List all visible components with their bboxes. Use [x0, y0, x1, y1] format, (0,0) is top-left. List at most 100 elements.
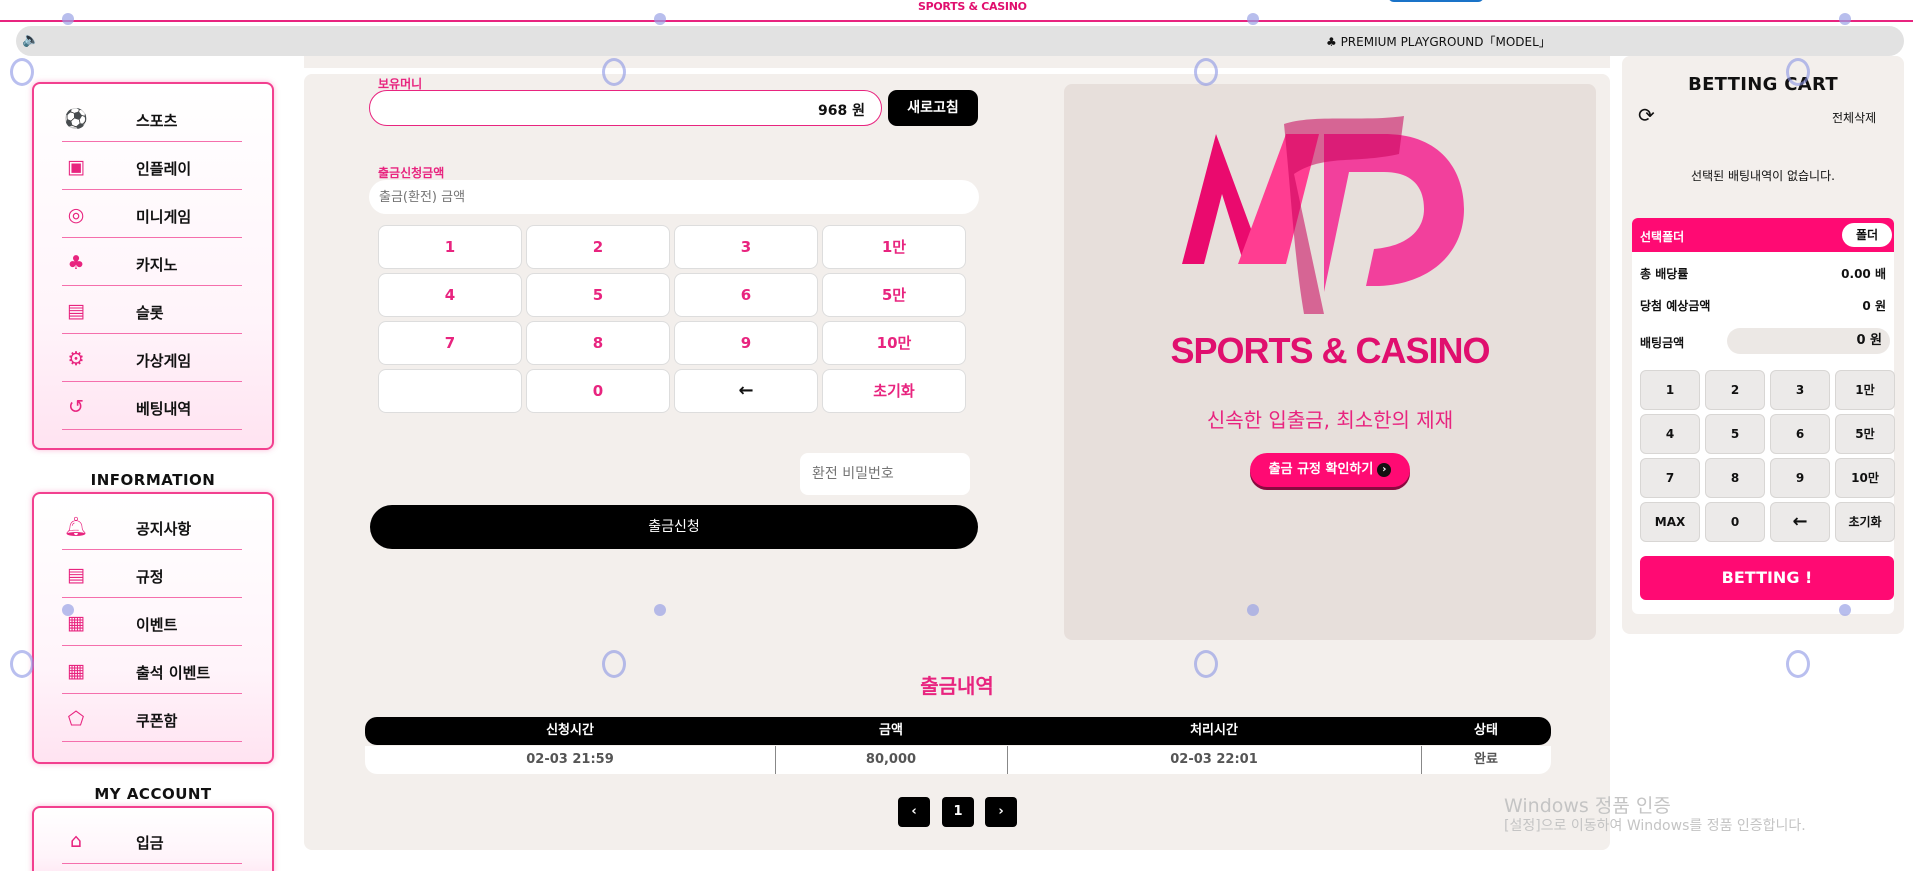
document-icon: ▤: [67, 564, 85, 586]
pagination-prev-button[interactable]: ‹: [898, 797, 930, 827]
sidebar-item-label: 슬롯: [136, 304, 164, 322]
casino-icon: ♣: [67, 252, 85, 274]
watermark-ring: [10, 650, 34, 678]
cart-key-4[interactable]: 4: [1640, 414, 1700, 454]
withdraw-rules-button[interactable]: 출금 규정 확인하기 ›: [1250, 453, 1410, 487]
sidebar-item-label: 출석 이벤트: [136, 664, 211, 682]
refresh-button[interactable]: 새로고침: [888, 90, 978, 126]
key-0[interactable]: 0: [526, 369, 670, 413]
watermark-ring: [602, 650, 626, 678]
sidebar-item-attendance[interactable]: ▦ 출석 이벤트: [62, 646, 242, 694]
key-6[interactable]: 6: [674, 273, 818, 317]
key-1[interactable]: 1: [378, 225, 522, 269]
cart-key-1[interactable]: 1: [1640, 370, 1700, 410]
sidebar-item-label: 이벤트: [136, 616, 178, 634]
withdraw-amount-input[interactable]: [369, 180, 979, 214]
sidebar-item-coupon[interactable]: ⬠ 쿠폰함: [62, 694, 242, 742]
key-3[interactable]: 3: [674, 225, 818, 269]
sidebar-item-label: 입금: [136, 834, 164, 852]
sidebar-item-notice[interactable]: 🔔︎ 공지사항: [62, 502, 242, 550]
soccer-icon: ⚽: [64, 108, 88, 130]
cart-empty-message: 선택된 배팅내역이 없습니다.: [1691, 169, 1835, 183]
holding-money-value: 968 원: [818, 103, 865, 119]
minigame-icon: ◎: [67, 204, 85, 226]
sidebar-item-label: 가상게임: [136, 352, 192, 370]
watermark-ring: [602, 58, 626, 86]
key-reset[interactable]: 초기화: [822, 369, 966, 413]
key-blank[interactable]: [378, 369, 522, 413]
speaker-icon[interactable]: 🔈: [22, 32, 39, 48]
sidebar-item-sports[interactable]: ⚽ 스포츠: [62, 94, 242, 142]
column-header: 처리시간: [1190, 723, 1238, 738]
promo-banner: SPORTS & CASINO 신속한 입출금, 최소한의 제재 출금 규정 확…: [1064, 84, 1596, 640]
key-100k[interactable]: 10만: [822, 321, 966, 365]
sidebar-item-minigame[interactable]: ◎ 미니게임: [62, 190, 242, 238]
sidebar-item-history[interactable]: ↺ 베팅내역: [62, 382, 242, 430]
cart-key-max[interactable]: MAX: [1640, 502, 1700, 542]
key-8[interactable]: 8: [526, 321, 670, 365]
folder-toggle-button[interactable]: 폴더: [1842, 223, 1892, 247]
windows-activation-title: Windows 정품 인증: [1504, 795, 1671, 817]
watermark-dot: [1839, 13, 1851, 25]
betting-button[interactable]: BETTING !: [1640, 556, 1894, 600]
key-2[interactable]: 2: [526, 225, 670, 269]
total-odds-row: 총 배당률 0.00 배: [1640, 265, 1886, 282]
top-bar: SPORTS & CASINO: [0, 0, 1913, 22]
sidebar-item-label: 규정: [136, 568, 164, 586]
expected-win-row: 당첨 예상금액 0 원: [1640, 297, 1886, 314]
refresh-icon[interactable]: ⟳: [1638, 104, 1660, 126]
pagination-next-button[interactable]: ›: [985, 797, 1017, 827]
cart-key-6[interactable]: 6: [1770, 414, 1830, 454]
watermark-dot: [1247, 604, 1259, 616]
sidebar-item-label: 카지노: [136, 256, 178, 274]
clear-all-button[interactable]: 전체삭제: [1832, 109, 1876, 126]
windows-activation-subtitle: [설정]으로 이동하여 Windows를 정품 인증합니다.: [1504, 818, 1806, 834]
cart-key-50k[interactable]: 5만: [1835, 414, 1895, 454]
cart-key-10k[interactable]: 1만: [1835, 370, 1895, 410]
key-7[interactable]: 7: [378, 321, 522, 365]
live-icon: ▣: [67, 156, 85, 178]
cart-key-3[interactable]: 3: [1770, 370, 1830, 410]
key-10k[interactable]: 1만: [822, 225, 966, 269]
table-cell: 02-03 21:59: [526, 752, 614, 767]
watermark-ring: [1194, 58, 1218, 86]
information-menu: 🔔︎ 공지사항 ▤ 규정 ▦ 이벤트 ▦ 출석 이벤트 ⬠ 쿠폰함: [32, 492, 274, 764]
banner-slogan: 신속한 입출금, 최소한의 제재: [1206, 408, 1454, 432]
withdraw-amount-label: 출금신청금액: [378, 166, 445, 180]
header-blue-tab[interactable]: [1388, 0, 1484, 2]
cart-key-reset[interactable]: 초기화: [1835, 502, 1895, 542]
cart-key-0[interactable]: 0: [1705, 502, 1765, 542]
withdraw-submit-button[interactable]: 출금신청: [370, 505, 978, 549]
column-header: 상태: [1474, 723, 1498, 738]
cart-key-7[interactable]: 7: [1640, 458, 1700, 498]
cart-key-backspace[interactable]: ←: [1770, 502, 1830, 542]
sidebar-item-deposit[interactable]: ⌂ 입금: [62, 816, 242, 864]
key-5[interactable]: 5: [526, 273, 670, 317]
sidebar-item-inplay[interactable]: ▣ 인플레이: [62, 142, 242, 190]
cart-key-100k[interactable]: 10만: [1835, 458, 1895, 498]
key-4[interactable]: 4: [378, 273, 522, 317]
table-cell: 80,000: [865, 752, 917, 767]
key-50k[interactable]: 5만: [822, 273, 966, 317]
cart-key-9[interactable]: 9: [1770, 458, 1830, 498]
sidebar-item-casino[interactable]: ♣ 카지노: [62, 238, 242, 286]
sidebar-item-event[interactable]: ▦ 이벤트: [62, 598, 242, 646]
sidebar-item-virtual[interactable]: ⚙ 가상게임: [62, 334, 242, 382]
bell-icon: 🔔︎: [64, 516, 89, 538]
table-cell: 완료: [1474, 752, 1498, 767]
sidebar-item-rules[interactable]: ▤ 규정: [62, 550, 242, 598]
pagination-page-1[interactable]: 1: [942, 797, 974, 827]
key-9[interactable]: 9: [674, 321, 818, 365]
coupon-icon: ⬠: [67, 708, 85, 730]
watermark-ring: [10, 58, 34, 86]
watermark-dot: [62, 604, 74, 616]
expected-win-label: 당첨 예상금액: [1640, 299, 1711, 313]
key-backspace[interactable]: ←: [674, 369, 818, 413]
cart-key-8[interactable]: 8: [1705, 458, 1765, 498]
sidebar-item-slot[interactable]: ▤ 슬롯: [62, 286, 242, 334]
bet-amount-input[interactable]: 0 원: [1727, 328, 1890, 354]
cart-key-2[interactable]: 2: [1705, 370, 1765, 410]
cart-key-5[interactable]: 5: [1705, 414, 1765, 454]
information-title: INFORMATION: [90, 471, 216, 489]
withdraw-password-input[interactable]: [800, 453, 970, 495]
